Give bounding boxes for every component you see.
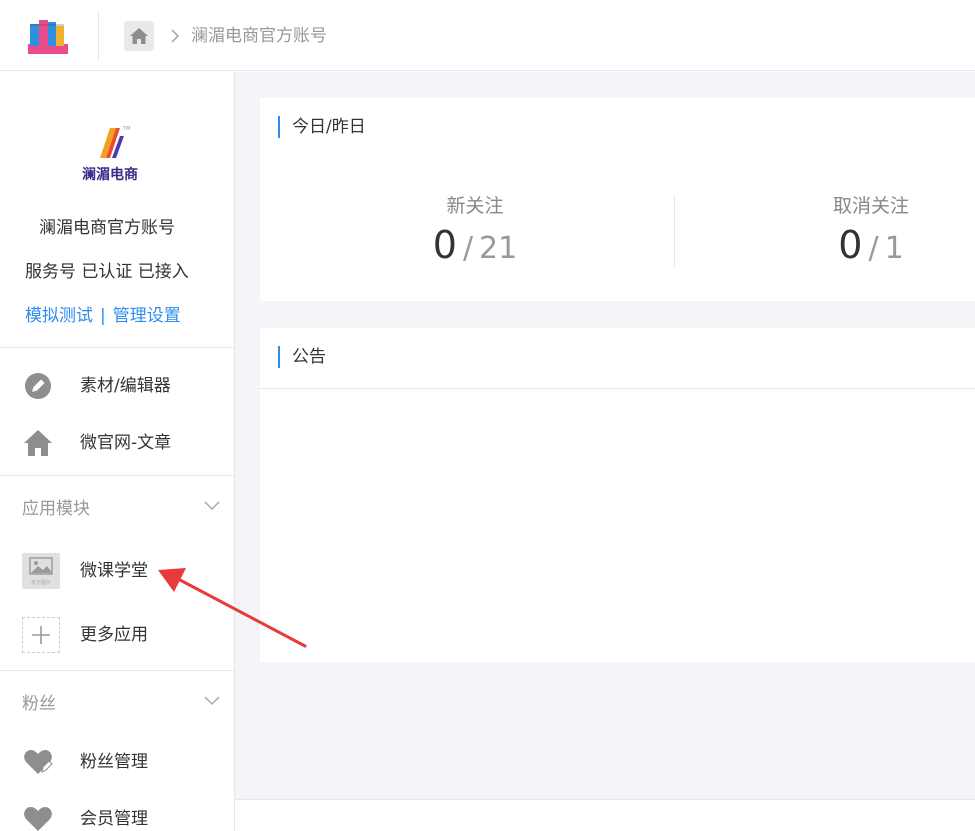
notice-card: 公告: [260, 328, 975, 662]
sidebar-divider: [0, 347, 235, 348]
stat-slash: /: [462, 231, 474, 266]
link-separator: |: [100, 306, 106, 326]
home-button[interactable]: [124, 21, 154, 51]
stat-slash: /: [868, 231, 879, 266]
chevron-right-icon: [171, 29, 180, 43]
heart-icon: [24, 807, 52, 831]
sidebar-item-label: 会员管理: [80, 809, 148, 829]
account-logo: TM 澜湄电商: [76, 120, 144, 186]
stat-label: 新关注: [446, 195, 504, 217]
sidebar-item-member-management[interactable]: 会员管理: [0, 796, 234, 831]
bottom-panel: [235, 799, 975, 831]
chevron-down-icon: [204, 696, 220, 706]
stat-new-follows: 新关注 0/21: [320, 194, 630, 270]
sidebar-divider: [0, 475, 235, 476]
heart-edit-icon: [24, 750, 53, 774]
stat-yesterday: 21: [479, 231, 518, 266]
sidebar-divider: [0, 670, 235, 671]
sidebar-item-label: 微课学堂: [80, 561, 148, 581]
stat-value: 0/1: [716, 224, 975, 270]
today-yesterday-card: 今日/昨日 新关注 0/21 取消关注 0/1: [260, 98, 975, 301]
plus-icon: [22, 617, 60, 653]
card-title: 今日/昨日: [278, 116, 366, 138]
sidebar-item-label: 微官网-文章: [80, 433, 172, 453]
pencil-icon: [25, 373, 51, 399]
home-icon: [130, 28, 148, 44]
sidebar-item-label: 素材/编辑器: [80, 376, 171, 396]
card-title: 公告: [278, 346, 326, 368]
sidebar-item-micro-course[interactable]: 暂无图片 微课学堂: [0, 548, 234, 594]
stat-today: 0: [838, 223, 863, 267]
stat-yesterday: 1: [884, 231, 904, 266]
account-links: 模拟测试 | 管理设置: [25, 305, 181, 327]
sidebar-item-label: 更多应用: [80, 625, 148, 645]
stat-value: 0/21: [320, 224, 630, 270]
breadcrumb-current: 澜湄电商官方账号: [191, 26, 327, 46]
stat-divider: [674, 195, 675, 267]
sidebar: TM 澜湄电商 澜湄电商官方账号 服务号 已认证 已接入 模拟测试 | 管理设置 素…: [0, 72, 235, 831]
main-content: 今日/昨日 新关注 0/21 取消关注 0/1 公告: [235, 72, 975, 799]
account-name: 澜湄电商官方账号: [39, 218, 175, 238]
sidebar-item-fans-management[interactable]: 粉丝管理: [0, 739, 234, 785]
sidebar-item-micro-site[interactable]: 微官网-文章: [0, 420, 234, 466]
sidebar-item-label: 粉丝管理: [80, 752, 148, 772]
sidebar-group-app-modules[interactable]: 应用模块: [0, 488, 234, 528]
topbar-divider: [98, 10, 99, 62]
thumb-caption: 暂无图片: [30, 580, 51, 586]
manage-settings-link[interactable]: 管理设置: [113, 306, 181, 326]
account-logo-icon: TM: [100, 126, 130, 158]
sidebar-item-material-editor[interactable]: 素材/编辑器: [0, 363, 234, 409]
top-bar: 澜湄电商官方账号: [0, 0, 975, 71]
image-placeholder-icon: 暂无图片: [22, 553, 60, 589]
account-status: 服务号 已认证 已接入: [25, 262, 189, 282]
stat-label: 取消关注: [832, 195, 909, 217]
home-icon: [24, 430, 52, 456]
simulate-test-link[interactable]: 模拟测试: [25, 306, 93, 326]
group-label: 应用模块: [22, 499, 90, 519]
app-logo-icon[interactable]: [26, 14, 70, 58]
account-logo-text: 澜湄电商: [82, 167, 138, 183]
sidebar-group-fans[interactable]: 粉丝: [0, 683, 234, 723]
group-label: 粉丝: [22, 694, 56, 714]
stat-unfollows: 取消关注 0/1: [716, 194, 975, 270]
card-divider: [260, 388, 975, 389]
chevron-down-icon: [204, 501, 220, 511]
sidebar-item-more-apps[interactable]: 更多应用: [0, 612, 234, 658]
stat-today: 0: [432, 223, 457, 267]
svg-text:TM: TM: [122, 126, 130, 132]
